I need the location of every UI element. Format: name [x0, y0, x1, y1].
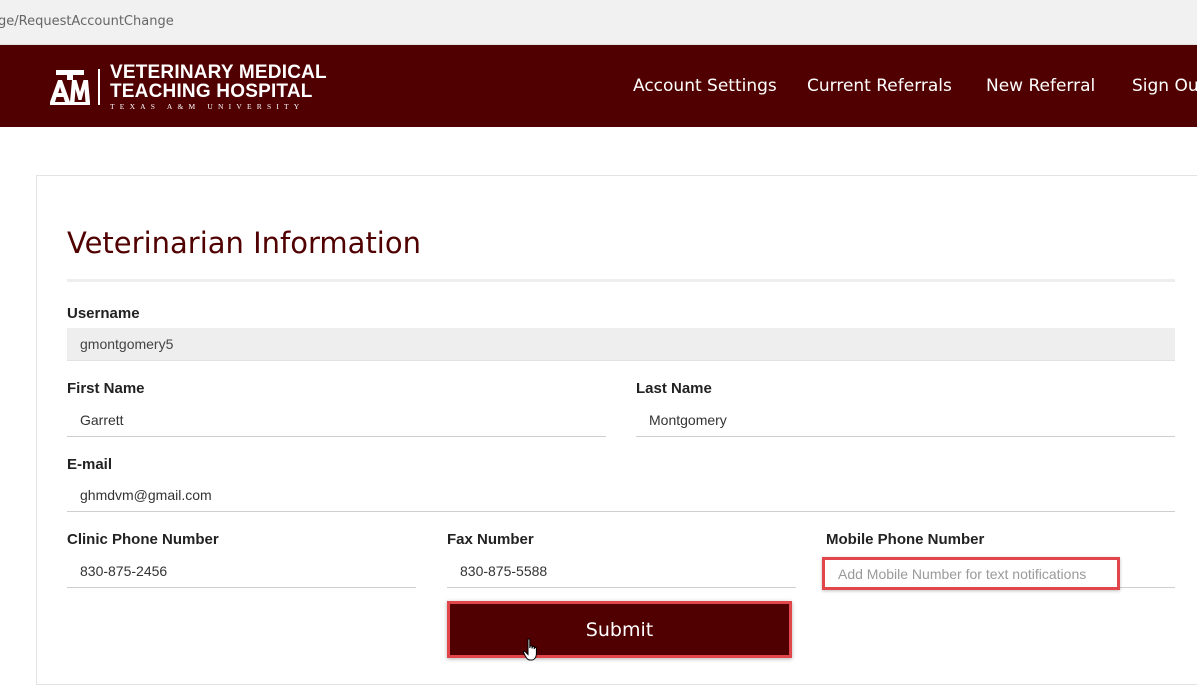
logo-line-3: TEXAS A&M UNIVERSITY: [110, 102, 305, 112]
last-name-label: Last Name: [636, 380, 712, 397]
nav-sign-out[interactable]: Sign Out: [1132, 76, 1197, 96]
submit-highlight: Submit: [447, 601, 792, 658]
mobile-phone-highlight: [822, 557, 1120, 590]
logo-text: VETERINARY MEDICAL TEACHING HOSPITAL TEX…: [110, 63, 327, 111]
page-title: Veterinarian Information: [67, 226, 421, 260]
logo-line-1: VETERINARY MEDICAL: [110, 62, 327, 84]
username-label: Username: [67, 305, 140, 322]
nav-new-referral[interactable]: New Referral: [986, 76, 1095, 96]
mobile-phone-label: Mobile Phone Number: [826, 531, 985, 548]
first-name-field[interactable]: [67, 404, 606, 437]
nav-current-referrals[interactable]: Current Referrals: [807, 76, 952, 96]
clinic-phone-label: Clinic Phone Number: [67, 531, 219, 548]
logo-line-2: TEACHING HOSPITAL: [110, 81, 313, 103]
email-label: E-mail: [67, 456, 113, 473]
clinic-phone-field[interactable]: [67, 555, 416, 588]
browser-address-bar[interactable]: ge/RequestAccountChange: [0, 0, 1197, 45]
last-name-field[interactable]: [636, 404, 1175, 437]
email-field[interactable]: [67, 479, 1175, 512]
first-name-label: First Name: [67, 380, 145, 397]
hand-cursor-icon: [523, 638, 541, 662]
atm-logo-icon: [50, 68, 90, 106]
logo[interactable]: VETERINARY MEDICAL TEACHING HOSPITAL TEX…: [50, 63, 327, 110]
title-divider: [67, 279, 1175, 282]
nav-account-settings[interactable]: Account Settings: [633, 76, 777, 96]
top-navbar: VETERINARY MEDICAL TEACHING HOSPITAL TEX…: [0, 45, 1197, 127]
submit-button[interactable]: Submit: [450, 604, 789, 655]
mobile-phone-field[interactable]: [825, 560, 1117, 587]
fax-field[interactable]: [447, 555, 796, 588]
fax-label: Fax Number: [447, 531, 534, 548]
logo-divider: [98, 69, 100, 105]
url-text[interactable]: ge/RequestAccountChange: [0, 14, 174, 29]
username-field: [67, 328, 1175, 361]
